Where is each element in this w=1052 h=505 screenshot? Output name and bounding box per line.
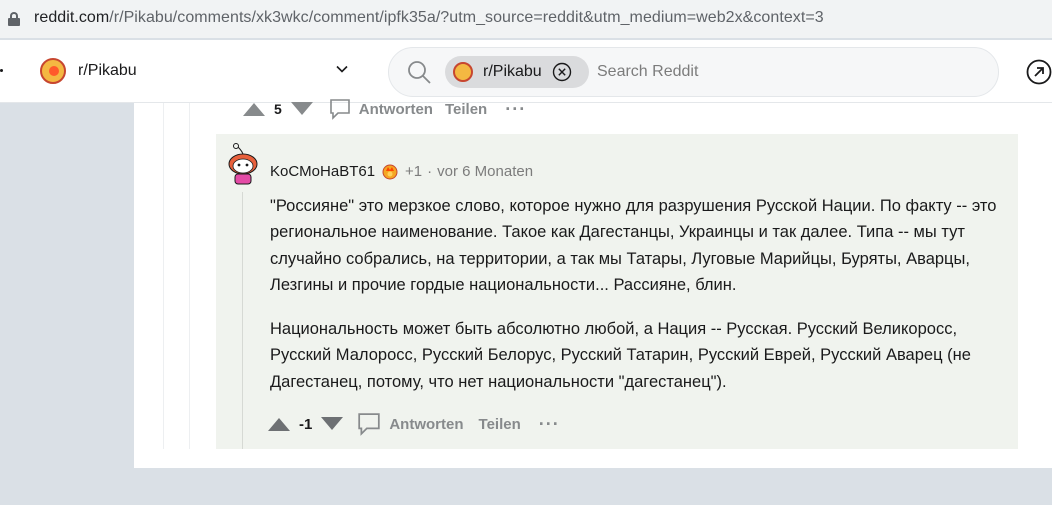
header-dot — [0, 69, 3, 72]
search-icon — [408, 61, 431, 84]
downvote-icon[interactable] — [290, 102, 313, 116]
share-label: Teilen — [444, 100, 488, 118]
meta-separator: · — [427, 162, 433, 180]
comment-meta: KoCMoHaBT61 +1 · vor 6 Monaten — [270, 162, 533, 180]
thread-line[interactable] — [189, 103, 190, 449]
chip-subreddit-avatar — [453, 62, 473, 82]
lock-icon — [8, 12, 20, 26]
url-host: reddit.com — [34, 9, 110, 26]
subreddit-search-chip[interactable]: r/Pikabu — [445, 56, 589, 88]
comment-thread-line[interactable] — [242, 192, 243, 449]
reply-button[interactable]: Antworten — [329, 98, 433, 120]
url-path: /r/Pikabu/comments/xk3wkc/comment/ipfk35… — [109, 9, 824, 26]
upvote-icon[interactable] — [268, 417, 290, 431]
popular-arrow-icon[interactable] — [1026, 59, 1052, 85]
share-button[interactable]: Teilen — [479, 416, 521, 433]
more-options-button[interactable]: ··· — [539, 414, 560, 435]
comment-actions: -1 Antworten Teilen ··· — [268, 412, 560, 436]
user-avatar[interactable] — [225, 142, 261, 186]
reply-label: Antworten — [389, 415, 464, 433]
subreddit-avatar — [40, 58, 66, 84]
thread-line[interactable] — [163, 103, 164, 449]
comment-paragraph: "Россияне" это мерзкое слово, которое ну… — [270, 197, 997, 294]
comment-score: +1 — [405, 162, 423, 180]
reply-button[interactable]: Antworten — [357, 412, 464, 436]
comment-icon — [358, 413, 381, 436]
more-options-button[interactable]: ··· — [505, 99, 526, 120]
achievement-flair-icon — [382, 164, 398, 180]
downvote-icon[interactable] — [321, 417, 344, 431]
comment-author[interactable]: KoCMoHaBT61 — [270, 163, 375, 180]
chip-label: r/Pikabu — [483, 63, 542, 80]
subreddit-switcher[interactable]: r/Pikabu — [40, 57, 358, 85]
share-label: Teilen — [478, 415, 521, 433]
comment-paragraph: Национальность может быть абсолютно любо… — [270, 320, 971, 391]
share-button[interactable]: Teilen — [445, 101, 487, 118]
vote-count: 5 — [274, 101, 282, 117]
upvote-icon[interactable] — [243, 102, 265, 116]
comment-icon — [329, 99, 350, 120]
parent-comment-actions: 5 Antworten Teilen ··· — [243, 98, 526, 120]
chevron-down-icon — [336, 65, 348, 73]
reddit-header: r/Pikabu r/Pikabu Search Reddit — [0, 40, 1052, 103]
search-placeholder: Search Reddit — [597, 63, 699, 80]
close-circle-icon[interactable] — [552, 62, 572, 82]
url-text[interactable]: reddit.com/r/Pikabu/comments/xk3wkc/comm… — [34, 9, 824, 27]
subreddit-name: r/Pikabu — [78, 62, 137, 79]
vote-count: -1 — [299, 415, 313, 433]
comment-timestamp[interactable]: vor 6 Monaten — [437, 163, 533, 180]
browser-address-bar[interactable]: reddit.com/r/Pikabu/comments/xk3wkc/comm… — [0, 0, 1052, 38]
search-bar[interactable]: r/Pikabu Search Reddit — [388, 47, 999, 97]
reply-label: Antworten — [358, 100, 433, 118]
